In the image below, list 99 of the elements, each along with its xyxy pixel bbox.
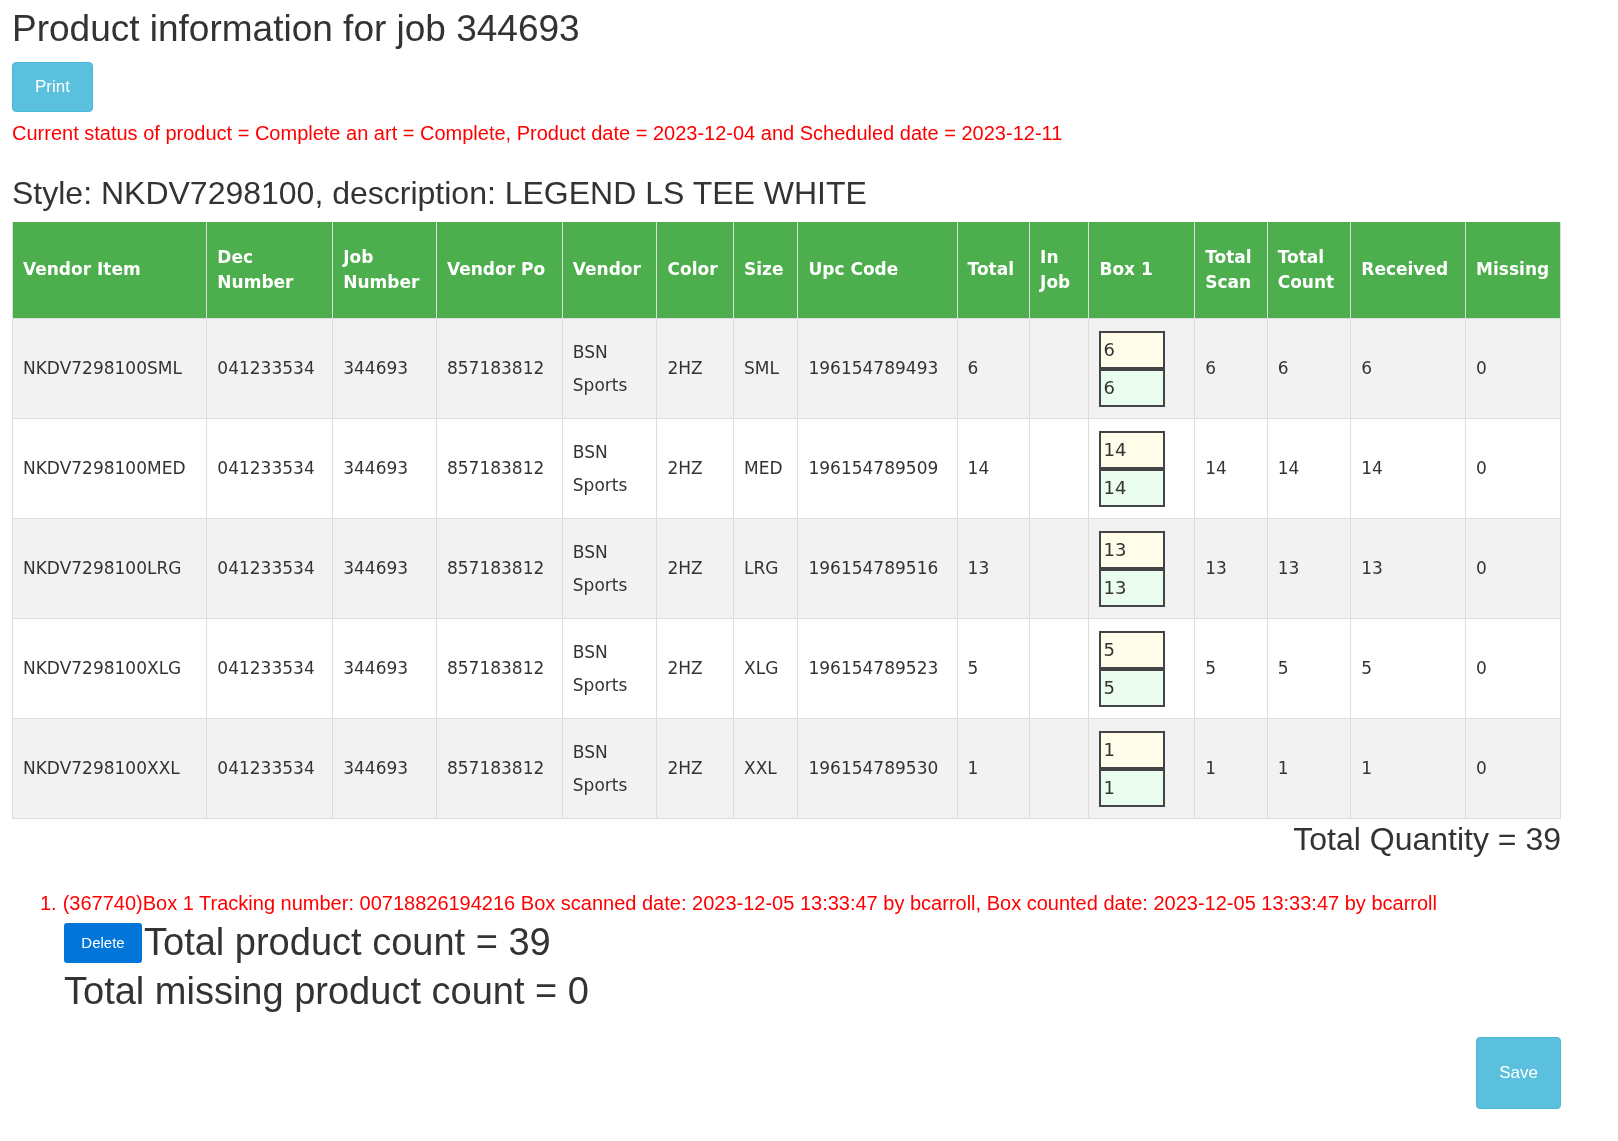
column-header: Missing	[1465, 222, 1561, 319]
missing-cell: 0	[1465, 618, 1561, 719]
received-cell: 5	[1350, 618, 1466, 719]
vendor-cell: BSN Sports	[562, 518, 657, 619]
scanned-count-field[interactable]: 14	[1099, 430, 1166, 469]
received-cell: 14	[1350, 418, 1466, 519]
counted-count-field[interactable]: 1	[1099, 768, 1166, 807]
vendor-item-cell: NKDV7298100SML	[12, 318, 207, 419]
counted-count-field[interactable]: 5	[1099, 668, 1166, 707]
scanned-count-field[interactable]: 6	[1099, 330, 1166, 369]
list-number: 1.	[40, 892, 57, 915]
column-header: Dec Number	[206, 222, 333, 319]
missing-cell: 0	[1465, 718, 1561, 819]
size-cell: MED	[733, 418, 798, 519]
job-number-cell: 344693	[332, 518, 437, 619]
job-number-cell: 344693	[332, 418, 437, 519]
total-cell: 6	[957, 318, 1030, 419]
total-quantity: Total Quantity = 39	[1293, 821, 1561, 858]
vendor-cell: BSN Sports	[562, 418, 657, 519]
total-count-cell: 1	[1267, 718, 1351, 819]
size-cell: XXL	[733, 718, 798, 819]
total-cell: 1	[957, 718, 1030, 819]
total-scan-cell: 6	[1194, 318, 1268, 419]
vendor-item-cell: NKDV7298100XLG	[12, 618, 207, 719]
vendor-item-cell: NKDV7298100XXL	[12, 718, 207, 819]
box-tracking-info: (367740)Box 1 Tracking number: 00718826194216 Box scanned date: 2023-12-05 13:33:47 by bcarroll, Box counted date: 2023-12-05 13:33:47 by bcarroll	[62, 892, 1437, 915]
column-header: Vendor	[562, 222, 657, 319]
dec-number-cell: 041233534	[206, 518, 333, 619]
scanned-count-field[interactable]: 5	[1099, 630, 1166, 669]
delete-button[interactable]: Delete	[64, 922, 142, 963]
status-message: Current status of product = Complete an art = Complete, Product date = 2023-12-04 and Scheduled date = 2023-12-11	[12, 122, 1064, 145]
upc-code-cell: 196154789516	[797, 518, 958, 619]
upc-code-cell: 196154789509	[797, 418, 958, 519]
total-count-cell: 5	[1267, 618, 1351, 719]
column-header: Job Number	[332, 222, 437, 319]
column-header: In Job	[1029, 222, 1089, 319]
vendor-po-cell: 857183812	[436, 418, 563, 519]
column-header: Color	[657, 222, 734, 319]
upc-code-cell: 196154789530	[797, 718, 958, 819]
vendor-item-cell: NKDV7298100LRG	[12, 518, 207, 619]
missing-cell: 0	[1465, 418, 1561, 519]
dec-number-cell: 041233534	[206, 718, 333, 819]
dec-number-cell: 041233534	[206, 418, 333, 519]
vendor-po-cell: 857183812	[436, 318, 563, 419]
size-cell: LRG	[733, 518, 798, 619]
upc-code-cell: 196154789523	[797, 618, 958, 719]
job-number-cell: 344693	[332, 718, 437, 819]
upc-code-cell: 196154789493	[797, 318, 958, 419]
total-missing-count: Total missing product count = 0	[64, 970, 589, 1013]
color-cell: 2HZ	[657, 518, 734, 619]
missing-cell: 0	[1465, 518, 1561, 619]
scanned-count-field[interactable]: 1	[1099, 730, 1166, 769]
job-number-cell: 344693	[332, 618, 437, 719]
total-cell: 13	[957, 518, 1030, 619]
column-header: Received	[1350, 222, 1466, 319]
received-cell: 1	[1350, 718, 1466, 819]
color-cell: 2HZ	[657, 418, 734, 519]
column-header: Total Scan	[1194, 222, 1268, 319]
missing-cell: 0	[1465, 318, 1561, 419]
column-header: Vendor Item	[12, 222, 207, 319]
vendor-cell: BSN Sports	[562, 318, 657, 419]
received-cell: 6	[1350, 318, 1466, 419]
total-count-cell: 13	[1267, 518, 1351, 619]
dec-number-cell: 041233534	[206, 618, 333, 719]
column-header: Box 1	[1089, 222, 1195, 319]
counted-count-field[interactable]: 14	[1099, 468, 1166, 507]
color-cell: 2HZ	[657, 318, 734, 419]
column-header: Vendor Po	[436, 222, 563, 319]
size-cell: SML	[733, 318, 798, 419]
column-header: Upc Code	[797, 222, 958, 319]
total-scan-cell: 13	[1194, 518, 1268, 619]
vendor-cell: BSN Sports	[562, 618, 657, 719]
total-scan-cell: 1	[1194, 718, 1268, 819]
column-header: Total Count	[1267, 222, 1351, 319]
column-header: Total	[957, 222, 1030, 319]
vendor-po-cell: 857183812	[436, 718, 563, 819]
job-number-cell: 344693	[332, 318, 437, 419]
counted-count-field[interactable]: 13	[1099, 568, 1166, 607]
total-count-cell: 14	[1267, 418, 1351, 519]
vendor-po-cell: 857183812	[436, 518, 563, 619]
total-count-cell: 6	[1267, 318, 1351, 419]
size-cell: XLG	[733, 618, 798, 719]
total-scan-cell: 14	[1194, 418, 1268, 519]
total-product-count: Total product count = 39	[144, 921, 551, 964]
color-cell: 2HZ	[657, 718, 734, 819]
style-heading: Style: NKDV7298100, description: LEGEND LS TEE WHITE	[12, 175, 868, 212]
color-cell: 2HZ	[657, 618, 734, 719]
counted-count-field[interactable]: 6	[1099, 368, 1166, 407]
vendor-po-cell: 857183812	[436, 618, 563, 719]
total-cell: 5	[957, 618, 1030, 719]
total-cell: 14	[957, 418, 1030, 519]
column-header: Size	[733, 222, 798, 319]
total-scan-cell: 5	[1194, 618, 1268, 719]
dec-number-cell: 041233534	[206, 318, 333, 419]
vendor-item-cell: NKDV7298100MED	[12, 418, 207, 519]
received-cell: 13	[1350, 518, 1466, 619]
scanned-count-field[interactable]: 13	[1099, 530, 1166, 569]
page-title: Product information for job 344693	[12, 8, 581, 50]
vendor-cell: BSN Sports	[562, 718, 657, 819]
